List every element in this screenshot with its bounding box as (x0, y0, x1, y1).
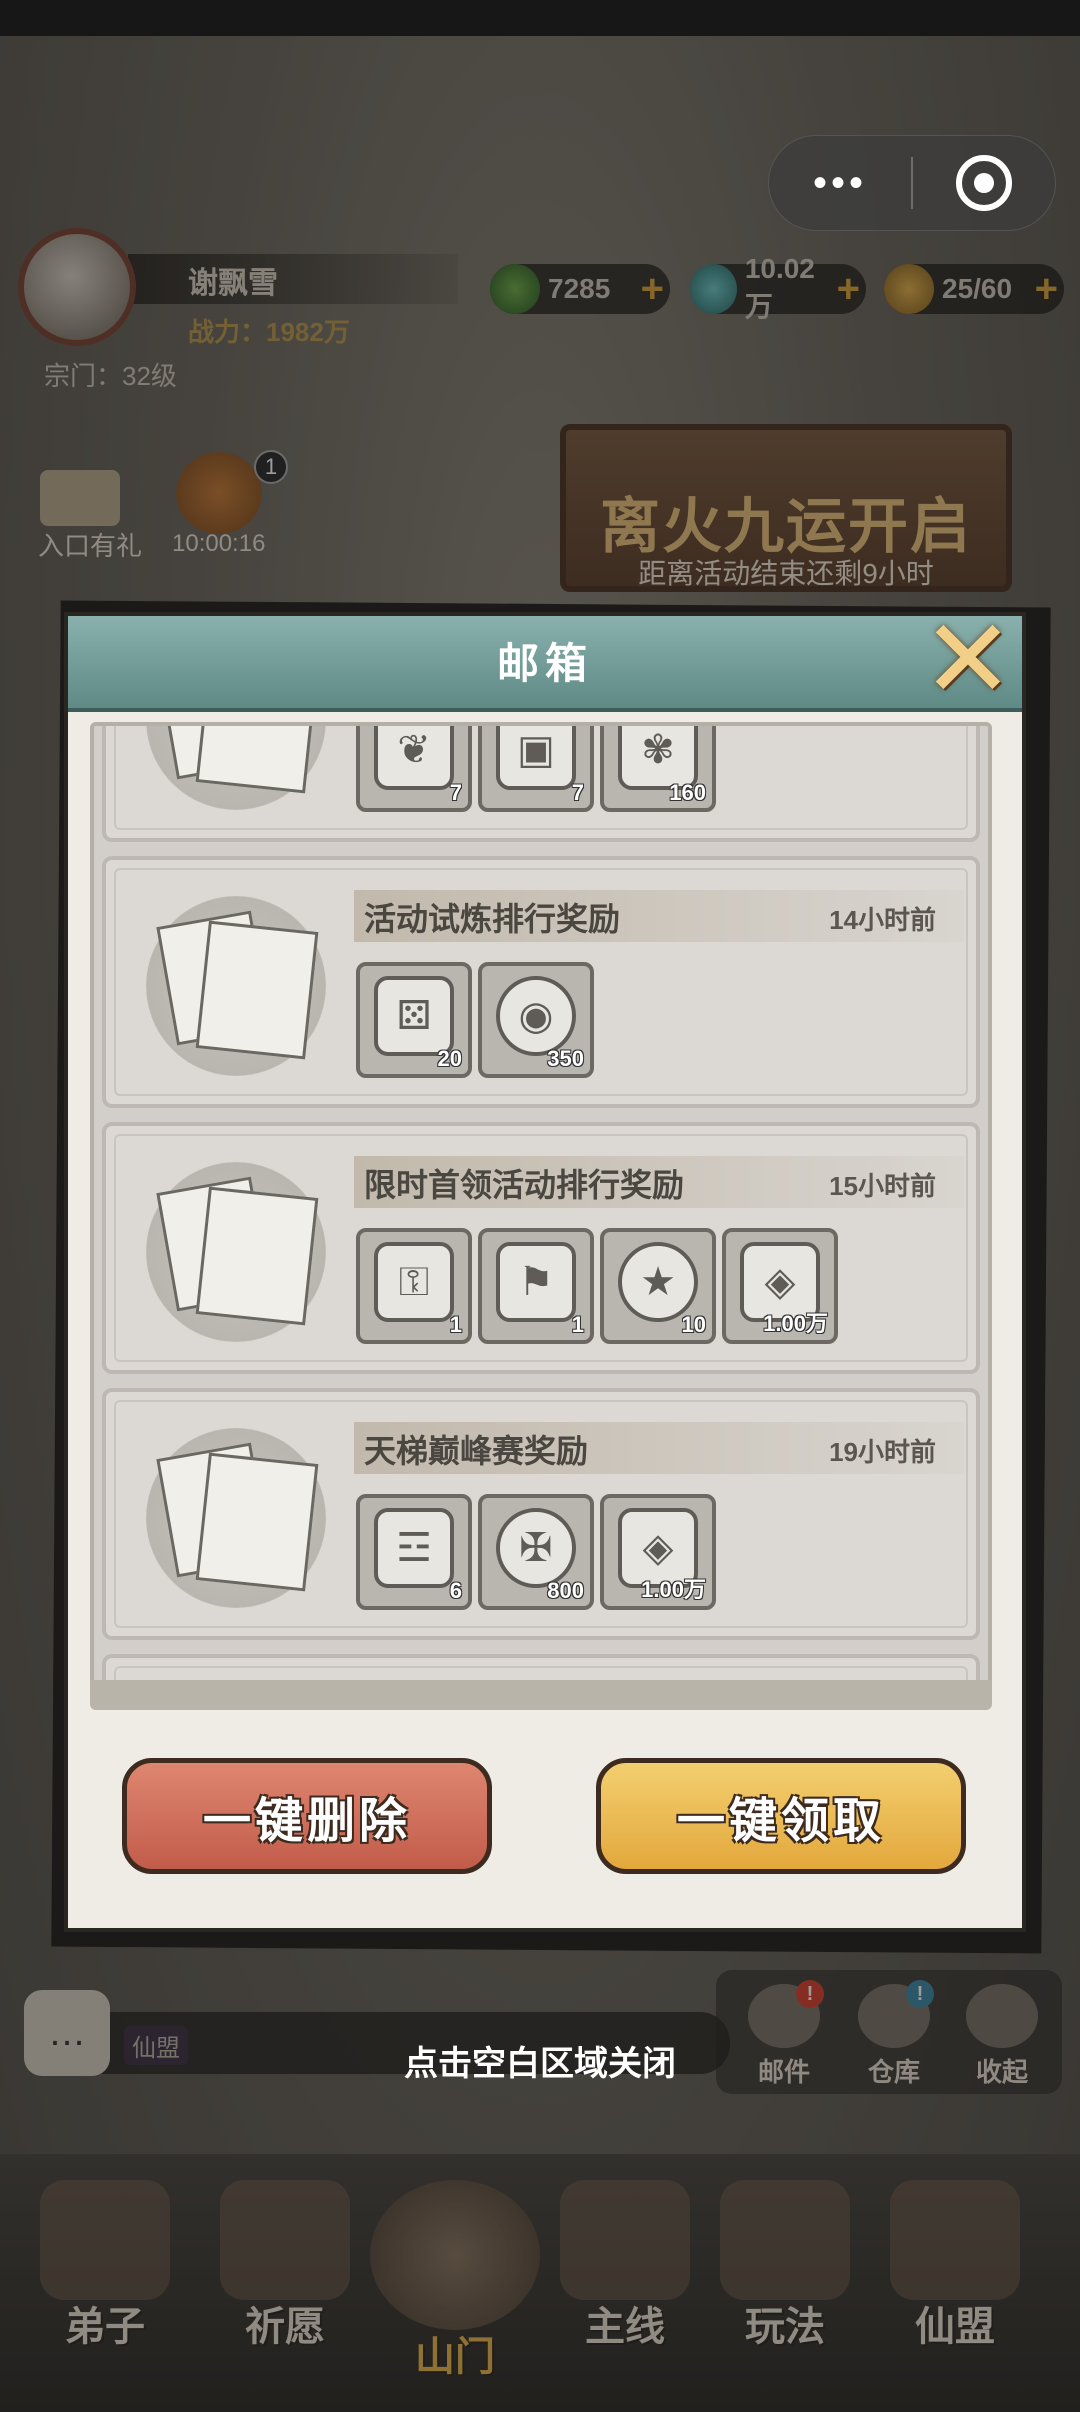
item-qty: 7 (571, 780, 584, 805)
miniprogram-capsule: ••• (768, 135, 1056, 231)
reward-item[interactable]: ⚑ 1 (478, 1228, 594, 1344)
more-icon[interactable]: ••• (769, 135, 911, 231)
mail-title: 天梯巅峰赛奖励 (364, 1433, 589, 1469)
mail-item[interactable]: 活动试炼排行奖励 14小时前 ⚄ 20 ◉ 350 (102, 856, 980, 1108)
reward-items: ☲ 6 ✠ 800 ◈ 1.00万 (356, 1494, 716, 1610)
reward-item[interactable]: ★ 10 (600, 1228, 716, 1344)
mail-list[interactable]: ❦ 7 ▣ 7 ✾ 160 活动试炼排行奖励 14小时前 ⚄ 20 ◉ 350 限时首领活… (90, 722, 992, 1710)
item-qty: 1 (449, 1312, 462, 1337)
reward-item[interactable]: ☲ 6 (356, 1494, 472, 1610)
reward-items: ⚿ 1 ⚑ 1 ★ 10 ◈ 1.00万 (356, 1228, 838, 1344)
mail-scroll-icon (146, 896, 326, 1076)
item-qty: 1.00万 (641, 1577, 706, 1602)
mail-item[interactable]: ❦ 7 ▣ 7 ✾ 160 (102, 726, 980, 842)
reward-item[interactable]: ⚄ 20 (356, 962, 472, 1078)
reward-item[interactable]: ✾ 160 (600, 726, 716, 812)
item-qty: 800 (547, 1578, 584, 1603)
target-icon (956, 155, 1012, 211)
reward-item[interactable]: ◈ 1.00万 (600, 1494, 716, 1610)
item-qty: 10 (681, 1312, 706, 1337)
item-qty: 160 (669, 780, 706, 805)
reward-items: ⚄ 20 ◉ 350 (356, 962, 594, 1078)
close-miniprogram-button[interactable] (913, 155, 1055, 211)
item-qty: 6 (449, 1578, 462, 1603)
delete-all-button[interactable]: 一键删除 (122, 1758, 492, 1874)
coin-icon: ◉ (496, 976, 576, 1056)
mail-item[interactable]: 限时首领活动排行奖励 15小时前 ⚿ 1 ⚑ 1 ★ 10 ◈ 1.00万 (102, 1122, 980, 1374)
mail-scroll-icon (146, 1428, 326, 1608)
mail-title: 活动试炼排行奖励 (364, 901, 621, 937)
reward-item[interactable]: ◈ 1.00万 (722, 1228, 838, 1344)
banner-icon: ⚑ (496, 1242, 576, 1322)
item-qty: 20 (437, 1046, 462, 1071)
reward-item[interactable]: ❦ 7 (356, 726, 472, 812)
mail-time: 15小时前 (829, 1171, 936, 1201)
reward-item[interactable]: ◉ 350 (478, 962, 594, 1078)
close-icon: ✕ (921, 598, 1015, 721)
mail-scroll-icon (146, 1162, 326, 1342)
talisman-icon: ☲ (374, 1508, 454, 1588)
list-footer (90, 1680, 992, 1710)
sword-emblem-icon: ✠ (496, 1508, 576, 1588)
modal-title: 邮箱 (496, 640, 593, 687)
star-coin-icon: ★ (618, 1242, 698, 1322)
key-icon: ⚿ (374, 1242, 454, 1322)
mail-scroll-icon (146, 726, 326, 810)
mail-item[interactable]: 天梯巅峰赛奖励 19小时前 ☲ 6 ✠ 800 ◈ 1.00万 (102, 1388, 980, 1640)
scroll-icon: ❦ (374, 726, 454, 790)
chest-icon: ▣ (496, 726, 576, 790)
close-button[interactable]: ✕ (920, 598, 1016, 721)
mail-time: 14小时前 (829, 905, 936, 935)
reward-item[interactable]: ⚿ 1 (356, 1228, 472, 1344)
claim-all-button[interactable]: 一键领取 (596, 1758, 966, 1874)
reward-items: ❦ 7 ▣ 7 ✾ 160 (356, 726, 716, 812)
mail-time: 19小时前 (829, 1437, 936, 1467)
reward-item[interactable]: ✠ 800 (478, 1494, 594, 1610)
item-qty: 1 (571, 1312, 584, 1337)
mail-title: 限时首领活动排行奖励 (364, 1167, 685, 1203)
item-qty: 350 (547, 1046, 584, 1071)
tap-to-close-hint: 点击空白区域关闭 (404, 2045, 676, 2083)
dice-icon: ⚄ (374, 976, 454, 1056)
item-qty: 7 (449, 780, 462, 805)
item-qty: 1.00万 (763, 1311, 828, 1336)
reward-item[interactable]: ▣ 7 (478, 726, 594, 812)
